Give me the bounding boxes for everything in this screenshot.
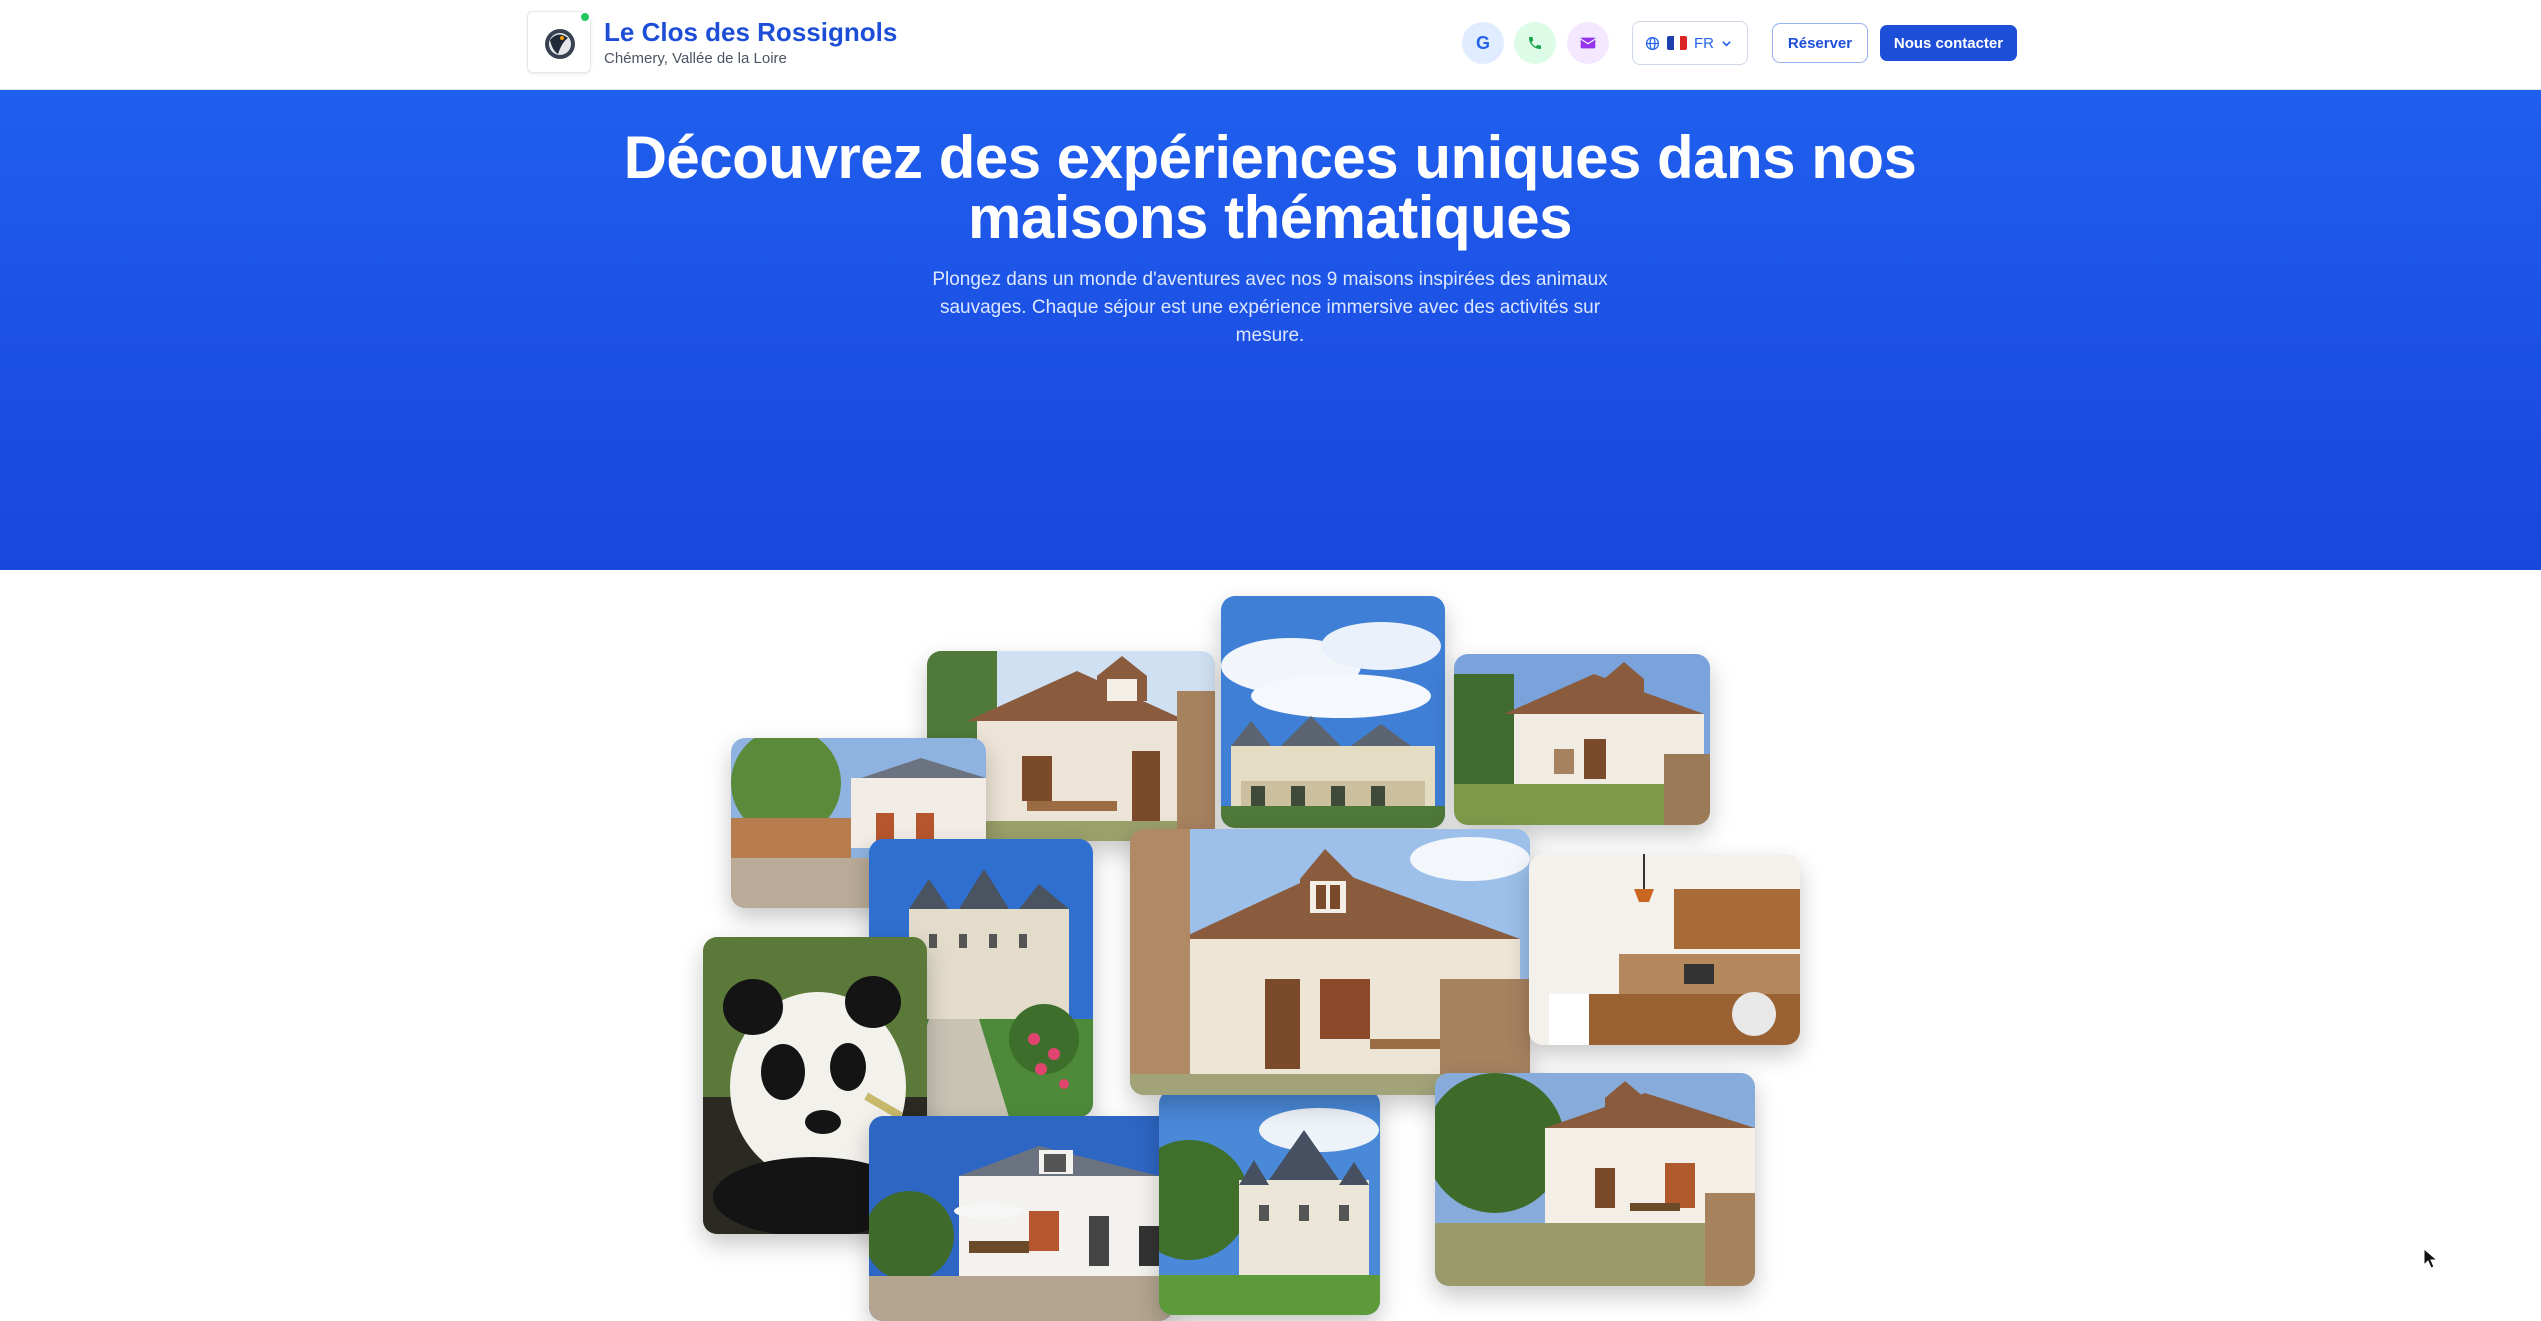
cottage-yard-photo[interactable] — [1435, 1073, 1755, 1286]
chevron-down-icon — [1722, 40, 1731, 47]
brand-subtitle: Chémery, Vallée de la Loire — [604, 50, 787, 67]
chateau-chenonceau-photo[interactable] — [1221, 596, 1445, 828]
google-icon: G — [1475, 32, 1490, 53]
mouse-cursor-icon — [2423, 1248, 2439, 1269]
google-reviews-button[interactable]: G — [1462, 22, 1504, 64]
phone-icon — [1529, 37, 1541, 49]
hero-title: Découvrez des expériences uniques dans n… — [623, 124, 1917, 251]
reserve-button[interactable]: Réserver — [1772, 23, 1868, 63]
cottage-garden-photo[interactable] — [1454, 654, 1710, 825]
hero-subtitle: Plongez dans un monde d'aventures avec n… — [932, 269, 1608, 346]
chateau-cheverny-photo[interactable] — [1159, 1090, 1380, 1315]
online-status-dot — [579, 11, 591, 23]
globe-icon — [1645, 36, 1660, 50]
kitchen-photo[interactable] — [1529, 854, 1800, 1045]
site-header: Le Clos des Rossignols Chémery, Vallée d… — [0, 0, 2541, 90]
mail-button[interactable] — [1567, 22, 1609, 64]
contact-button[interactable]: Nous contacter — [1880, 25, 2017, 61]
mail-icon — [1580, 37, 1596, 49]
brand-title[interactable]: Le Clos des Rossignols — [604, 17, 897, 48]
villa-terrace-photo[interactable] — [869, 1116, 1173, 1321]
language-label: FR — [1694, 34, 1714, 52]
phone-button[interactable] — [1514, 22, 1556, 64]
language-selector[interactable]: FR — [1632, 21, 1748, 65]
french-flag-icon — [1667, 36, 1687, 50]
logo-bird-icon — [545, 29, 575, 59]
cottage-center-photo[interactable] — [1130, 829, 1530, 1095]
